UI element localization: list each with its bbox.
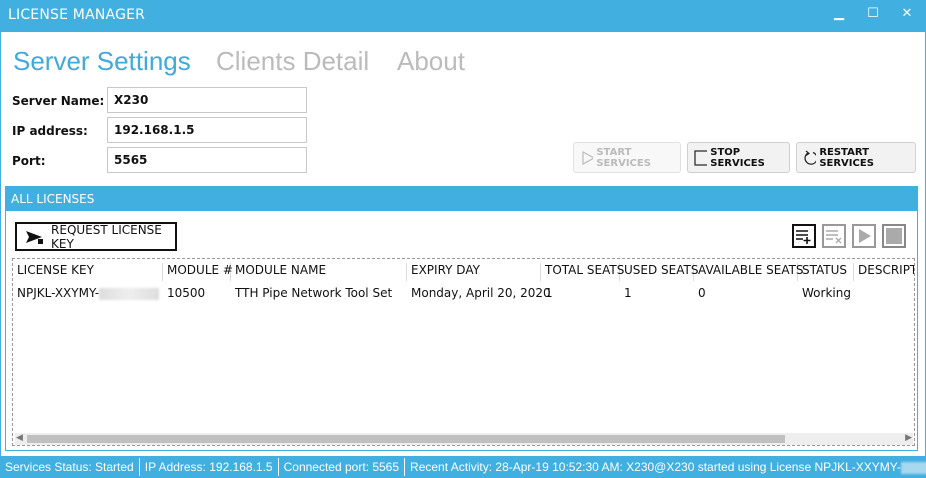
ip-address-status: IP Address: 192.168.1.5 bbox=[140, 458, 279, 476]
start-services-button[interactable]: START SERVICES bbox=[573, 142, 681, 173]
restart-icon bbox=[804, 150, 817, 165]
server-name-label: Server Name: bbox=[12, 94, 105, 108]
maximize-button[interactable]: ☐ bbox=[863, 6, 883, 26]
start-services-label: START SERVICES bbox=[596, 146, 651, 169]
cell-available-seats: 0 bbox=[698, 286, 706, 300]
scroll-left-icon[interactable]: ◀ bbox=[16, 433, 23, 443]
connected-port-status: Connected port: 5565 bbox=[279, 458, 406, 476]
redacted-key bbox=[99, 287, 160, 300]
tab-clients-detail[interactable]: Clients Detail bbox=[216, 46, 369, 77]
request-license-key-label: REQUEST LICENSE KEY bbox=[51, 222, 162, 251]
tab-about[interactable]: About bbox=[397, 46, 465, 77]
send-lock-icon bbox=[26, 230, 44, 244]
add-license-icon[interactable] bbox=[792, 224, 816, 248]
column-header[interactable]: EXPIRY DAY bbox=[407, 263, 541, 281]
play-license-icon[interactable] bbox=[852, 224, 876, 248]
close-button[interactable]: ✕ bbox=[897, 6, 917, 26]
redacted-key bbox=[900, 461, 926, 474]
panel-title: ALL LICENSES bbox=[6, 187, 917, 211]
server-name-input[interactable]: X230 bbox=[107, 87, 307, 113]
services-status: Services Status: Started bbox=[0, 458, 140, 476]
status-bar: Services Status: Started IP Address: 192… bbox=[0, 456, 926, 478]
all-licenses-panel: ALL LICENSES REQUEST LICENSE KEY LICENSE… bbox=[5, 186, 918, 451]
column-header[interactable]: AVAILABLE SEATS bbox=[694, 263, 804, 281]
stop-services-button[interactable]: STOP SERVICES bbox=[687, 142, 790, 173]
stop-services-label: STOP SERVICES bbox=[710, 146, 765, 169]
restart-services-label: RESTART SERVICES bbox=[819, 146, 874, 169]
horizontal-scrollbar[interactable]: ◀ ▶ bbox=[15, 433, 913, 445]
table-row[interactable]: NPJKL-XXYMY- 10500 TTH Pipe Network Tool… bbox=[13, 283, 914, 303]
cell-module-name: TTH Pipe Network Tool Set bbox=[235, 286, 393, 300]
column-header[interactable]: TOTAL SEATS bbox=[541, 263, 624, 281]
ip-address-label: IP address: bbox=[12, 124, 88, 138]
port-label: Port: bbox=[12, 154, 46, 168]
cell-expiry-day: Monday, April 20, 2020 bbox=[411, 286, 551, 300]
remove-license-icon[interactable] bbox=[822, 224, 846, 248]
column-header[interactable]: LICENSE KEY bbox=[13, 263, 163, 281]
cell-license-key: NPJKL-XXYMY- bbox=[13, 286, 160, 300]
licenses-table: LICENSE KEY MODULE # MODULE NAME EXPIRY … bbox=[12, 258, 915, 446]
port-input[interactable]: 5565 bbox=[107, 147, 307, 173]
scrollbar-thumb[interactable] bbox=[27, 435, 785, 443]
cell-total-seats: 1 bbox=[545, 286, 553, 300]
scroll-right-icon[interactable]: ▶ bbox=[905, 433, 912, 443]
column-header[interactable]: STATUS bbox=[798, 263, 854, 281]
tab-server-settings[interactable]: Server Settings bbox=[13, 46, 191, 77]
column-header[interactable]: MODULE NAME bbox=[231, 263, 407, 281]
restart-services-button[interactable]: RESTART SERVICES bbox=[796, 142, 916, 173]
cell-module-number: 10500 bbox=[167, 286, 206, 300]
request-license-key-button[interactable]: REQUEST LICENSE KEY bbox=[15, 222, 177, 251]
stop-icon bbox=[694, 149, 708, 166]
column-header[interactable]: USED SEATS bbox=[620, 263, 698, 281]
recent-activity-status: Recent Activity: 28-Apr-19 10:52:30 AM: … bbox=[405, 458, 926, 476]
stop-license-icon[interactable] bbox=[882, 224, 906, 248]
column-header[interactable]: MODULE # bbox=[163, 263, 233, 281]
window-title: LICENSE MANAGER bbox=[8, 7, 146, 23]
title-bar: LICENSE MANAGER ▁ ☐ ✕ bbox=[0, 0, 926, 32]
minimize-button[interactable]: ▁ bbox=[829, 6, 849, 26]
ip-address-input[interactable]: 192.168.1.5 bbox=[107, 117, 307, 143]
play-icon bbox=[582, 150, 594, 165]
cell-used-seats: 1 bbox=[624, 286, 632, 300]
cell-status: Working bbox=[802, 286, 851, 300]
column-header[interactable]: DESCRIPTI bbox=[854, 263, 914, 281]
